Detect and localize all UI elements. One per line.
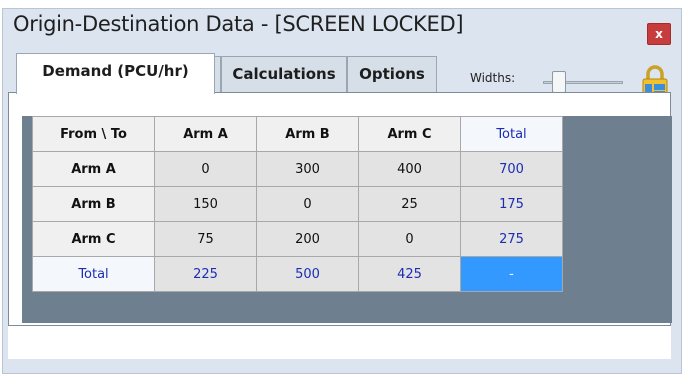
row-header-total: Total — [32, 256, 155, 292]
corner-header: From \ To — [32, 116, 155, 152]
column-header-arm-a: Arm A — [154, 116, 257, 152]
column-header-total: Total — [460, 116, 563, 152]
cell-b-c[interactable]: 25 — [358, 186, 461, 222]
header-row: From \ To Arm A Arm B Arm C Total — [32, 116, 563, 152]
row-header-arm-b: Arm B — [32, 186, 155, 222]
row-total-b: 175 — [460, 186, 563, 222]
table-row: Arm B 150 0 25 175 — [32, 186, 563, 222]
row-header-arm-c: Arm C — [32, 221, 155, 257]
panel-footer — [8, 325, 671, 359]
close-button[interactable]: x — [647, 23, 671, 45]
tab-calculations-2[interactable]: Calculations — [221, 56, 347, 92]
close-icon: x — [655, 27, 663, 41]
window-title: Origin-Destination Data - [SCREEN LOCKED… — [13, 12, 464, 36]
totals-row: Total 225 500 425 - — [32, 256, 563, 292]
cell-c-c[interactable]: 0 — [358, 221, 461, 257]
row-header-arm-a: Arm A — [32, 151, 155, 187]
column-total-b: 500 — [256, 256, 359, 292]
row-total-c: 275 — [460, 221, 563, 257]
cell-c-b[interactable]: 200 — [256, 221, 359, 257]
title-bar: Origin-Destination Data - [SCREEN LOCKED… — [3, 9, 681, 45]
cell-a-b[interactable]: 300 — [256, 151, 359, 187]
column-header-arm-b: Arm B — [256, 116, 359, 152]
tab-calculations-label-2: Calculations — [232, 65, 336, 83]
tab-options-label: Options — [359, 65, 425, 83]
tab-demand[interactable]: Demand (PCU/hr) — [16, 53, 215, 94]
od-matrix-table: From \ To Arm A Arm B Arm C Total Arm A … — [32, 116, 563, 292]
cell-b-a[interactable]: 150 — [154, 186, 257, 222]
column-header-arm-c: Arm C — [358, 116, 461, 152]
table-row: Arm C 75 200 0 275 — [32, 221, 563, 257]
table-row: Arm A 0 300 400 700 — [32, 151, 563, 187]
grand-total-cell[interactable]: - — [460, 256, 563, 292]
cell-a-a[interactable]: 0 — [154, 151, 257, 187]
column-total-c: 425 — [358, 256, 461, 292]
cell-b-b[interactable]: 0 — [256, 186, 359, 222]
column-total-a: 225 — [154, 256, 257, 292]
cell-a-c[interactable]: 400 — [358, 151, 461, 187]
row-total-a: 700 — [460, 151, 563, 187]
tab-options[interactable]: Options — [347, 56, 437, 92]
widths-label: Widths: — [470, 71, 516, 85]
widths-slider-thumb[interactable] — [552, 71, 566, 93]
cell-c-a[interactable]: 75 — [154, 221, 257, 257]
tab-demand-label: Demand (PCU/hr) — [42, 62, 189, 80]
